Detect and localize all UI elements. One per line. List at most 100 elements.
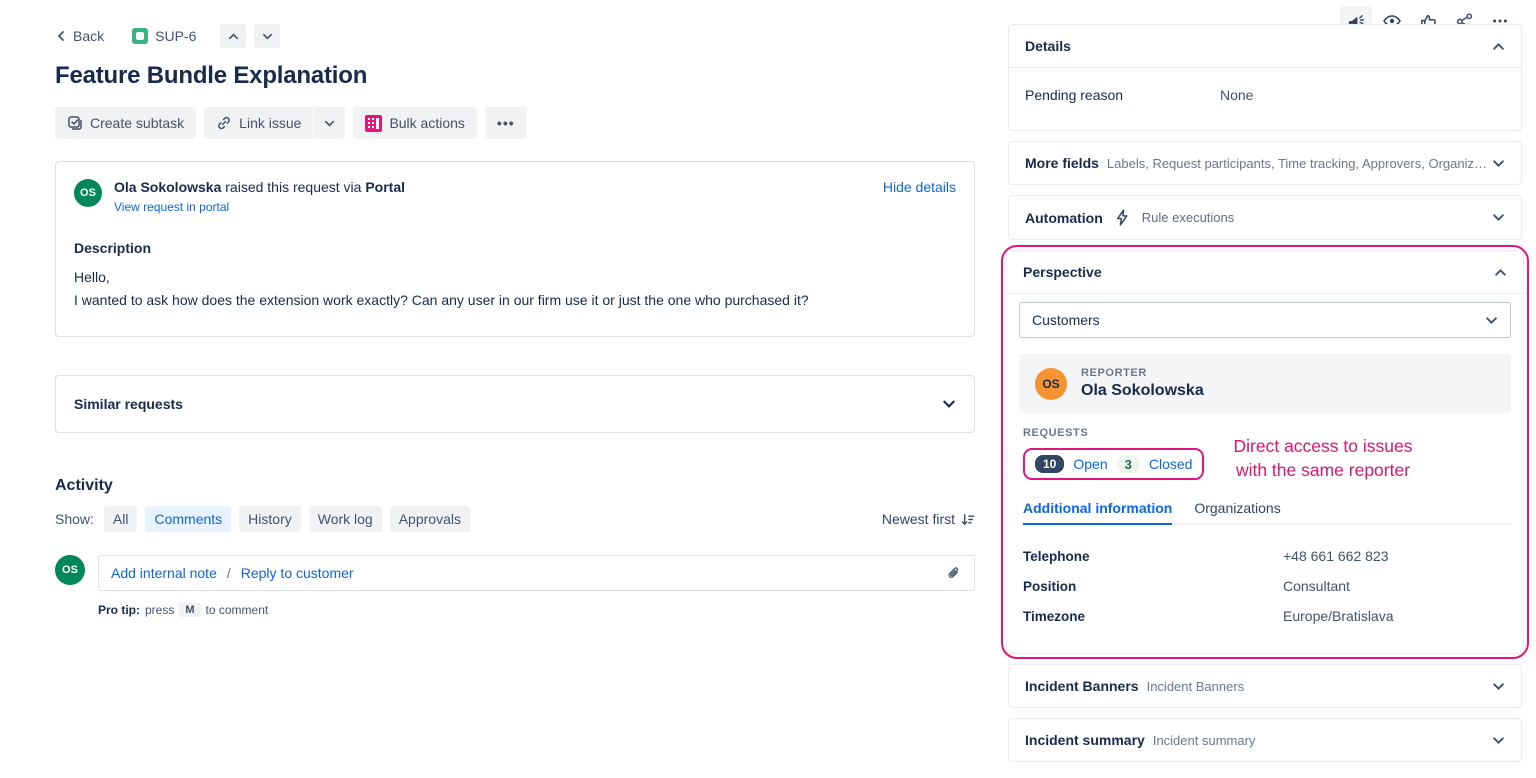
requests-block: REQUESTS 10 Open 3 Closed [1019, 413, 1511, 480]
closed-requests-link[interactable]: Closed [1149, 456, 1193, 472]
incident-summary-header[interactable]: Incident summary Incident summary [1009, 719, 1521, 761]
ellipsis-icon: ••• [497, 115, 515, 131]
telephone-label: Telephone [1023, 549, 1283, 564]
current-user-avatar: OS [55, 555, 85, 585]
filter-comments[interactable]: Comments [145, 506, 231, 532]
chevron-left-icon [55, 30, 67, 42]
rule-executions-label: Rule executions [1142, 210, 1235, 225]
attachment-paperclip-icon[interactable] [945, 565, 962, 582]
next-issue-button[interactable] [254, 24, 280, 48]
toolbar-more-button[interactable]: ••• [485, 107, 527, 139]
toolbar: Create subtask Link issue Bulk actio [55, 107, 975, 139]
filter-all[interactable]: All [104, 506, 138, 532]
filter-history[interactable]: History [239, 506, 301, 532]
requests-badges-highlight: 10 Open 3 Closed [1023, 448, 1204, 480]
tab-additional-information[interactable]: Additional information [1023, 500, 1172, 525]
automation-header[interactable]: Automation Rule executions [1009, 196, 1521, 239]
details-title: Details [1025, 38, 1071, 54]
sort-order-button[interactable]: Newest first [882, 511, 975, 527]
request-type-icon [132, 28, 148, 44]
breadcrumb: Back SUP-6 [55, 24, 975, 48]
incident-summary-panel: Incident summary Incident summary [1008, 718, 1522, 762]
chevron-down-icon [324, 118, 335, 129]
hide-details-link[interactable]: Hide details [883, 179, 956, 195]
create-subtask-label: Create subtask [90, 115, 184, 131]
filter-work-log[interactable]: Work log [309, 506, 382, 532]
request-details-card: OS Ola Sokolowska raised this request vi… [55, 161, 975, 337]
activity-section: Activity Show: All Comments History Work… [55, 477, 975, 532]
comment-composer: OS Add internal note / Reply to customer [55, 555, 975, 591]
additional-information-fields: Telephone +48 661 662 823 Position Consu… [1019, 525, 1511, 631]
reporter-label: REPORTER [1081, 367, 1204, 379]
open-requests-link[interactable]: Open [1073, 456, 1107, 472]
chevron-down-icon [1492, 680, 1505, 693]
link-issue-dropdown-button[interactable] [314, 107, 345, 139]
automation-panel: Automation Rule executions [1008, 195, 1522, 240]
activity-title: Activity [55, 477, 975, 495]
view-request-in-portal-link[interactable]: View request in portal [114, 200, 229, 214]
chevron-down-icon [1492, 157, 1505, 170]
link-icon [216, 115, 232, 131]
timezone-value: Europe/Bratislava [1283, 608, 1394, 624]
main-content: Back SUP-6 Feature Bundle Explanation Cr… [55, 24, 975, 617]
reporter-name: Ola Sokolowska [114, 179, 221, 195]
position-field: Position Consultant [1023, 571, 1507, 601]
reporter-avatar: OS [74, 179, 102, 207]
incident-summary-title: Incident summary [1025, 732, 1145, 748]
pending-reason-field: Pending reason None [1009, 78, 1521, 112]
timezone-label: Timezone [1023, 609, 1283, 624]
position-label: Position [1023, 579, 1283, 594]
link-issue-button[interactable]: Link issue [204, 107, 313, 139]
incident-banners-title: Incident Banners [1025, 678, 1139, 694]
similar-requests-panel[interactable]: Similar requests [55, 375, 975, 433]
sort-descending-icon [960, 512, 975, 527]
perspective-title: Perspective [1023, 264, 1102, 280]
pending-reason-value[interactable]: None [1220, 87, 1253, 103]
issue-nav [220, 24, 280, 48]
telephone-value: +48 661 662 823 [1283, 548, 1389, 564]
bulk-actions-label: Bulk actions [389, 115, 464, 131]
link-issue-split-button: Link issue [204, 107, 345, 139]
create-subtask-button[interactable]: Create subtask [55, 107, 196, 139]
pro-tip-suffix: to comment [206, 603, 269, 617]
pending-reason-label: Pending reason [1025, 87, 1220, 103]
telephone-field: Telephone +48 661 662 823 [1023, 541, 1507, 571]
page-title: Feature Bundle Explanation [55, 62, 975, 90]
show-label: Show: [55, 511, 94, 527]
issue-key-link[interactable]: SUP-6 [132, 28, 196, 44]
filter-approvals[interactable]: Approvals [390, 506, 470, 532]
comment-input[interactable]: Add internal note / Reply to customer [98, 555, 975, 591]
pro-tip: Pro tip: press M to comment [98, 603, 975, 617]
incident-banners-header[interactable]: Incident Banners Incident Banners [1009, 665, 1521, 707]
position-value: Consultant [1283, 578, 1350, 594]
chevron-down-icon [1485, 314, 1498, 327]
perspective-select[interactable]: Customers [1019, 302, 1511, 338]
closed-count-badge: 3 [1117, 456, 1140, 473]
channel-name: Portal [365, 179, 405, 195]
similar-requests-title: Similar requests [74, 396, 183, 412]
perspective-header[interactable]: Perspective [1007, 251, 1523, 294]
reply-to-customer-link[interactable]: Reply to customer [241, 565, 354, 581]
tab-organizations[interactable]: Organizations [1194, 500, 1280, 525]
perspective-highlight-outline: Perspective Customers OS REPORTER Ola So [1001, 245, 1529, 659]
back-button[interactable]: Back [55, 28, 104, 44]
requests-label: REQUESTS [1023, 427, 1507, 439]
previous-issue-button[interactable] [220, 24, 246, 48]
perspective-panel: Perspective Customers OS REPORTER Ola So [1006, 250, 1524, 654]
description-line-2: I wanted to ask how does the extension w… [74, 292, 956, 308]
raised-text: raised this request via [221, 179, 365, 195]
add-internal-note-link[interactable]: Add internal note [111, 565, 217, 581]
activity-filters: Show: All Comments History Work log Appr… [55, 506, 975, 532]
reporter-name: Ola Sokolowska [1081, 382, 1204, 400]
bulk-actions-button[interactable]: Bulk actions [353, 107, 476, 139]
details-panel-header[interactable]: Details [1009, 25, 1521, 68]
perspective-select-value: Customers [1032, 312, 1100, 328]
sort-label: Newest first [882, 511, 955, 527]
composer-separator: / [227, 565, 231, 581]
bulk-actions-icon [365, 115, 382, 132]
perspective-tabs: Additional information Organizations [1019, 500, 1511, 525]
chevron-down-icon [1492, 211, 1505, 224]
more-fields-panel: More fields Labels, Request participants… [1008, 141, 1522, 185]
description-label: Description [74, 240, 956, 256]
more-fields-header[interactable]: More fields Labels, Request participants… [1009, 142, 1521, 184]
